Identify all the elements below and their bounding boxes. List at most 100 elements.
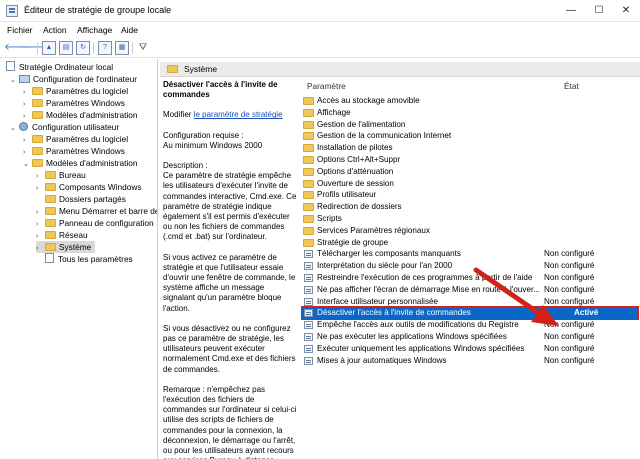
tree-user-config[interactable]: ⌄ Configuration utilisateur bbox=[10, 121, 119, 133]
tree-user-windows[interactable]: › Paramètres Windows bbox=[23, 145, 125, 157]
title-bar: Éditeur de stratégie de groupe locale — … bbox=[0, 0, 640, 22]
folder-name: Services Paramètres régionaux bbox=[317, 225, 430, 235]
tree-label: Modèles d'administration bbox=[46, 110, 138, 120]
tree-label: Menu Démarrer et barre de bbox=[59, 206, 158, 216]
window-title: Éditeur de stratégie de groupe locale bbox=[24, 5, 172, 15]
table-row[interactable]: Ne pas exécuter les applications Windows… bbox=[302, 331, 638, 343]
back-icon[interactable]: 🡐 bbox=[4, 41, 31, 55]
tree-label: Modèles d'administration bbox=[46, 158, 138, 168]
tree-label: Bureau bbox=[59, 170, 86, 180]
menu-affichage[interactable]: Affichage bbox=[77, 25, 112, 35]
toolbar-divider bbox=[37, 42, 38, 54]
tree-menu-demarrer[interactable]: › Menu Démarrer et barre de bbox=[36, 205, 158, 217]
list-item[interactable]: Options d'atténuation bbox=[302, 166, 638, 178]
user-icon bbox=[19, 122, 28, 131]
table-row[interactable]: Télécharger les composants manquants Non … bbox=[302, 248, 638, 260]
folder-icon bbox=[32, 147, 43, 155]
folder-icon bbox=[303, 203, 314, 212]
folder-icon bbox=[303, 132, 314, 141]
tree-dossiers-partages[interactable]: Dossiers partagés bbox=[36, 193, 126, 205]
list-item[interactable]: Services Paramètres régionaux bbox=[302, 225, 638, 237]
tree-systeme[interactable]: › Système bbox=[36, 241, 96, 253]
list-item[interactable]: Redirection de dossiers bbox=[302, 201, 638, 213]
description-p2: Si vous activez ce paramètre de stratégi… bbox=[163, 252, 296, 313]
table-row[interactable]: Empêche l'accès aux outils de modificati… bbox=[302, 319, 638, 331]
requirements: Configuration requise : Au minimum Window… bbox=[163, 131, 298, 151]
policy-name: Désactiver l'accès à l'invite de command… bbox=[317, 308, 471, 318]
folder-icon bbox=[303, 238, 314, 247]
tree-computer-admin[interactable]: › Modèles d'administration bbox=[23, 109, 138, 121]
folder-icon bbox=[303, 167, 314, 176]
tree-label: Composants Windows bbox=[59, 182, 142, 192]
policy-setting-icon bbox=[304, 344, 313, 353]
description-p1: Ce paramètre de stratégie empêche les ut… bbox=[163, 171, 297, 242]
maximize-button[interactable]: ☐ bbox=[585, 0, 613, 22]
minimize-button[interactable]: — bbox=[557, 0, 585, 22]
tree-computer-software[interactable]: › Paramètres du logiciel bbox=[23, 85, 128, 97]
folder-up-icon[interactable]: ▲ bbox=[42, 41, 56, 55]
properties-icon[interactable]: ▦ bbox=[115, 41, 129, 55]
policy-setting-icon bbox=[304, 333, 313, 341]
refresh-icon[interactable]: ↻ bbox=[76, 41, 90, 55]
policy-title: Désactiver l'accès à l'invite de command… bbox=[163, 80, 278, 100]
tree-user-admin[interactable]: ⌄ Modèles d'administration bbox=[23, 157, 138, 169]
column-header-setting[interactable]: Paramètre bbox=[307, 81, 346, 91]
tree-tous-parametres[interactable]: Tous les paramètres bbox=[36, 253, 133, 265]
table-row[interactable]: Interface utilisateur personnalisée Non c… bbox=[302, 296, 638, 308]
menu-action[interactable]: Action bbox=[43, 25, 67, 35]
policy-name: Télécharger les composants manquants bbox=[317, 249, 461, 259]
list-item[interactable]: Gestion de l'alimentation bbox=[302, 119, 638, 131]
tree-computer-windows[interactable]: › Paramètres Windows bbox=[23, 97, 125, 109]
chevron-down-icon[interactable]: ⌄ bbox=[10, 75, 19, 87]
settings-list: Paramètre État Accès au stockage amovibl… bbox=[300, 78, 640, 459]
selected-policy-row[interactable]: Désactiver l'accès à l'invite de command… bbox=[301, 306, 639, 320]
column-header-state[interactable]: État bbox=[564, 81, 579, 91]
tree-composants[interactable]: › Composants Windows bbox=[36, 181, 142, 193]
table-row[interactable]: Ne pas afficher l'écran de démarrage Mis… bbox=[302, 284, 638, 296]
chevron-down-icon[interactable]: ⌄ bbox=[23, 159, 32, 171]
breadcrumb: Système bbox=[160, 62, 640, 77]
policy-state: Non configuré bbox=[544, 343, 595, 353]
description-p3: Si vous désactivez ou ne configurez pas … bbox=[163, 323, 296, 374]
menu-bar: Fichier Action Affichage Aide bbox=[0, 22, 640, 38]
table-row[interactable]: Mises à jour automatiques Windows Non con… bbox=[302, 355, 638, 367]
folder-icon bbox=[303, 191, 314, 200]
list-item[interactable]: Ouverture de session bbox=[302, 178, 638, 190]
tree-panneau[interactable]: › Panneau de configuration bbox=[36, 217, 154, 229]
list-item[interactable]: Gestion de la communication Internet bbox=[302, 130, 638, 142]
menu-fichier[interactable]: Fichier bbox=[7, 25, 33, 35]
policy-state: Non configuré bbox=[544, 284, 595, 294]
tree-label: Dossiers partagés bbox=[59, 194, 126, 204]
list-item[interactable]: Affichage bbox=[302, 107, 638, 119]
folder-icon bbox=[303, 108, 314, 117]
list-item[interactable]: Scripts bbox=[302, 213, 638, 225]
list-item[interactable]: Profils utilisateur bbox=[302, 189, 638, 201]
toolbar: 🡐 🡒 ▲ ▤ ↻ ? ▦ ⛛ bbox=[0, 38, 640, 58]
folder-icon bbox=[32, 111, 43, 119]
list-item[interactable]: Installation de pilotes bbox=[302, 142, 638, 154]
tree-computer-config[interactable]: ⌄ Configuration de l'ordinateur bbox=[10, 73, 137, 85]
tree-user-software[interactable]: › Paramètres du logiciel bbox=[23, 133, 128, 145]
show-hide-tree-icon[interactable]: ▤ bbox=[59, 41, 73, 55]
filter-icon[interactable]: ⛛ bbox=[136, 41, 150, 55]
tree-root[interactable]: Stratégie Ordinateur local bbox=[6, 61, 113, 73]
list-item[interactable]: Stratégie de groupe bbox=[302, 237, 638, 249]
edit-policy-link[interactable]: le paramètre de stratégie bbox=[194, 110, 283, 119]
list-item[interactable]: Accès au stockage amovible bbox=[302, 95, 638, 107]
tree-reseau[interactable]: › Réseau bbox=[36, 229, 88, 241]
policy-state: Non configuré bbox=[544, 261, 595, 271]
table-row[interactable]: Exécuter uniquement les applications Win… bbox=[302, 343, 638, 355]
forward-icon[interactable]: 🡒 bbox=[20, 41, 47, 55]
folder-icon bbox=[303, 120, 314, 129]
chevron-down-icon[interactable]: ⌄ bbox=[10, 123, 19, 135]
table-row[interactable]: Interprétation du siècle pour l'an 2000 N… bbox=[302, 260, 638, 272]
table-row[interactable]: Restreindre l'exécution de ces programme… bbox=[302, 272, 638, 284]
help-icon[interactable]: ? bbox=[98, 41, 112, 55]
menu-aide[interactable]: Aide bbox=[121, 25, 138, 35]
list-item[interactable]: Options Ctrl+Alt+Suppr bbox=[302, 154, 638, 166]
policy-name: Restreindre l'exécution de ces programme… bbox=[317, 273, 533, 282]
tree-bureau[interactable]: › Bureau bbox=[36, 169, 86, 181]
description-p4: Remarque : n'empêchez pas l'exécution de… bbox=[163, 384, 297, 459]
close-button[interactable]: ✕ bbox=[612, 0, 640, 22]
folder-name: Options Ctrl+Alt+Suppr bbox=[317, 155, 401, 164]
